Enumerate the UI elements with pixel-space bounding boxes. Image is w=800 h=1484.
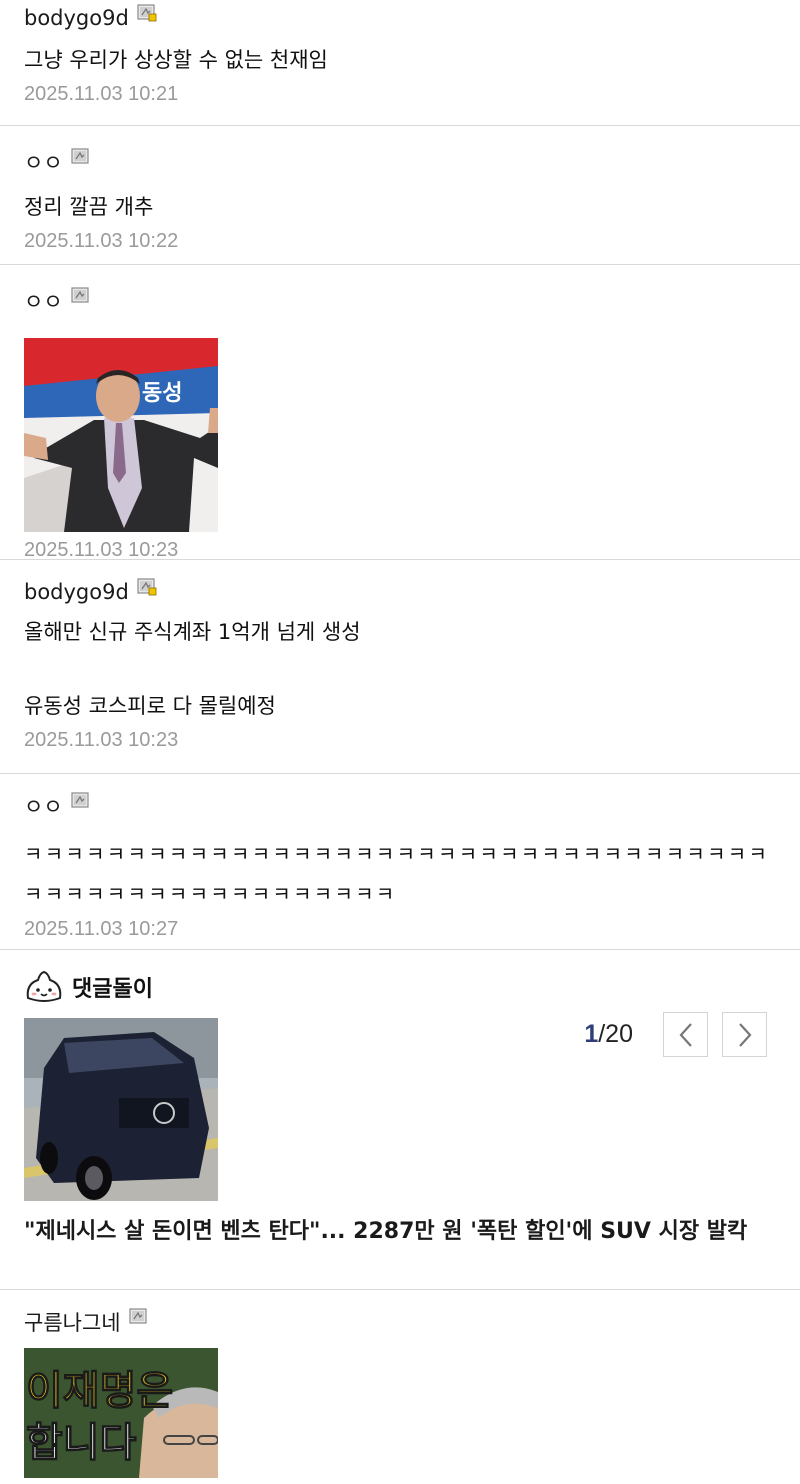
comment-image[interactable]: 동성 xyxy=(24,338,218,532)
fixed-nick-icon xyxy=(129,1308,149,1326)
image-caption-line1: 이재명은 xyxy=(26,1368,173,1414)
author-nickname[interactable]: bodygo9d xyxy=(24,580,129,604)
comment-item: ㅇㅇ ㅋㅋㅋㅋㅋㅋㅋㅋㅋㅋㅋㅋㅋㅋㅋㅋㅋㅋㅋㅋㅋㅋㅋㅋㅋㅋㅋㅋㅋㅋㅋㅋㅋㅋㅋㅋㅋ… xyxy=(0,774,800,950)
image-caption-line2: 합니다 xyxy=(26,1420,137,1466)
pager-total: /20 xyxy=(598,1020,633,1048)
dumpling-mascot-icon xyxy=(26,970,62,1002)
comment-item: ㅇㅇ 동성 2025.11.03 10:23 xyxy=(0,265,800,561)
comment-text: ㅋㅋㅋㅋㅋㅋㅋㅋㅋㅋㅋㅋㅋㅋㅋㅋㅋㅋㅋㅋㅋㅋㅋㅋㅋㅋㅋㅋㅋㅋㅋㅋㅋㅋㅋㅋㅋㅋㅋㅋ… xyxy=(24,842,770,906)
comment-text: 올해만 신규 주식계좌 1억개 넘게 생성 유동성 코스피로 다 몰릴예정 xyxy=(24,620,361,718)
comment-date: 2025.11.03 10:21 xyxy=(24,83,179,105)
comment-author[interactable]: ㅇㅇ xyxy=(24,144,776,180)
comment-author[interactable]: bodygo9d xyxy=(24,574,776,610)
comment-item: bodygo9d 올해만 신규 주식계좌 1억개 넘게 생성 유동성 코스피로 … xyxy=(0,560,800,774)
comment-author[interactable]: ㅇㅇ xyxy=(24,283,776,319)
comment-author[interactable]: ㅇㅇ xyxy=(24,788,776,824)
fixed-nick-icon xyxy=(71,287,91,305)
comment-bot-header: 댓글돌이 xyxy=(24,950,776,1018)
author-nickname[interactable]: ㅇㅇ xyxy=(24,791,63,821)
news-thumbnail[interactable] xyxy=(24,1018,218,1201)
comment-date: 2025.11.03 10:23 xyxy=(24,729,179,751)
author-nickname[interactable]: bodygo9d xyxy=(24,6,129,30)
pager-count: 1/20 xyxy=(584,1020,633,1049)
pager-current: 1 xyxy=(584,1020,599,1048)
comment-image[interactable]: 이재명은 합니다 xyxy=(24,1348,218,1478)
svg-text:동성: 동성 xyxy=(142,381,182,406)
chevron-left-icon xyxy=(679,1022,692,1047)
author-nickname[interactable]: ㅇㅇ xyxy=(24,147,63,177)
comment-text: 그냥 우리가 상상할 수 없는 천재임 xyxy=(24,48,328,72)
comment-date: 2025.11.03 10:27 xyxy=(24,918,179,940)
chevron-right-icon xyxy=(738,1022,751,1047)
comment-item: bodygo9d 그냥 우리가 상상할 수 없는 천재임 2025.11.03 … xyxy=(0,0,800,126)
comment-author[interactable]: bodygo9d xyxy=(24,0,776,36)
author-nickname[interactable]: ㅇㅇ xyxy=(24,286,63,316)
comment-date: 2025.11.03 10:22 xyxy=(24,230,179,252)
comment-bot-section: 댓글돌이 1/20 "제네시스 살 돈이면 벤츠 탄다"... 2287만 원 … xyxy=(0,950,800,1290)
fixed-nick-icon xyxy=(137,4,157,22)
comment-item: 구름나그네 이재명은 합니다 xyxy=(0,1290,800,1480)
fixed-nick-icon xyxy=(71,148,91,166)
author-nickname[interactable]: 구름나그네 xyxy=(24,1307,121,1337)
prev-page-button[interactable] xyxy=(663,1012,708,1057)
news-pager: 1/20 xyxy=(584,1012,767,1057)
fixed-nick-icon xyxy=(137,578,157,596)
comment-bot-title: 댓글돌이 xyxy=(72,977,153,1002)
comment-author[interactable]: 구름나그네 xyxy=(24,1304,776,1340)
fixed-nick-icon xyxy=(71,792,91,810)
comment-item: ㅇㅇ 정리 깔끔 개추 2025.11.03 10:22 xyxy=(0,126,800,265)
comment-text: 정리 깔끔 개추 xyxy=(24,195,154,219)
news-headline-link[interactable]: "제네시스 살 돈이면 벤츠 탄다"... 2287만 원 '폭탄 할인'에 S… xyxy=(24,1201,776,1261)
next-page-button[interactable] xyxy=(722,1012,767,1057)
